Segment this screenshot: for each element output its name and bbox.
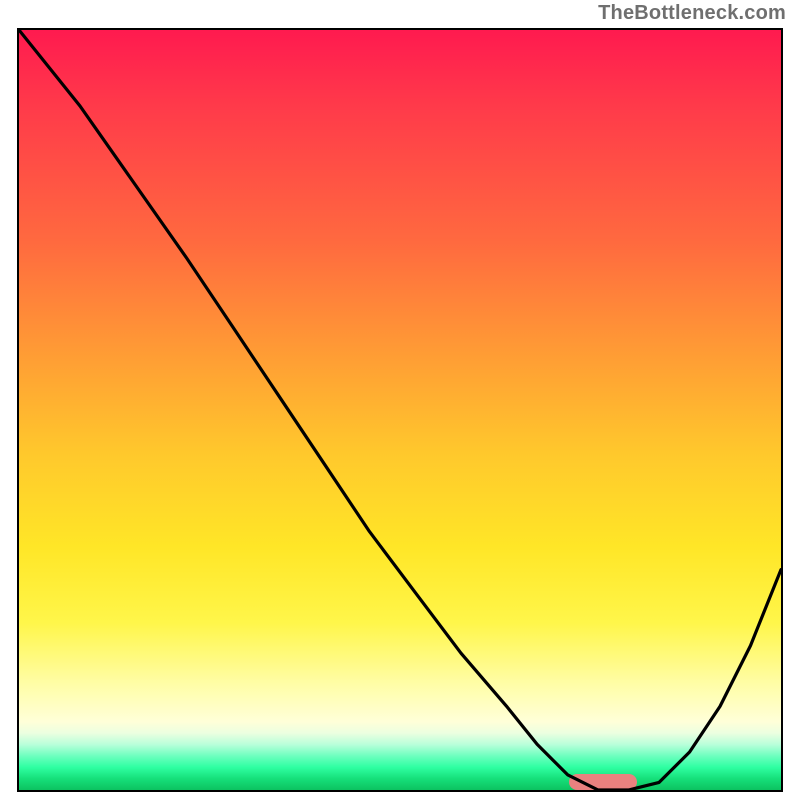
chart-frame — [17, 28, 783, 792]
attribution-label: TheBottleneck.com — [598, 2, 786, 25]
bottleneck-curve-path — [19, 30, 781, 790]
bottleneck-curve — [19, 30, 781, 790]
page-root: TheBottleneck.com — [0, 0, 800, 800]
